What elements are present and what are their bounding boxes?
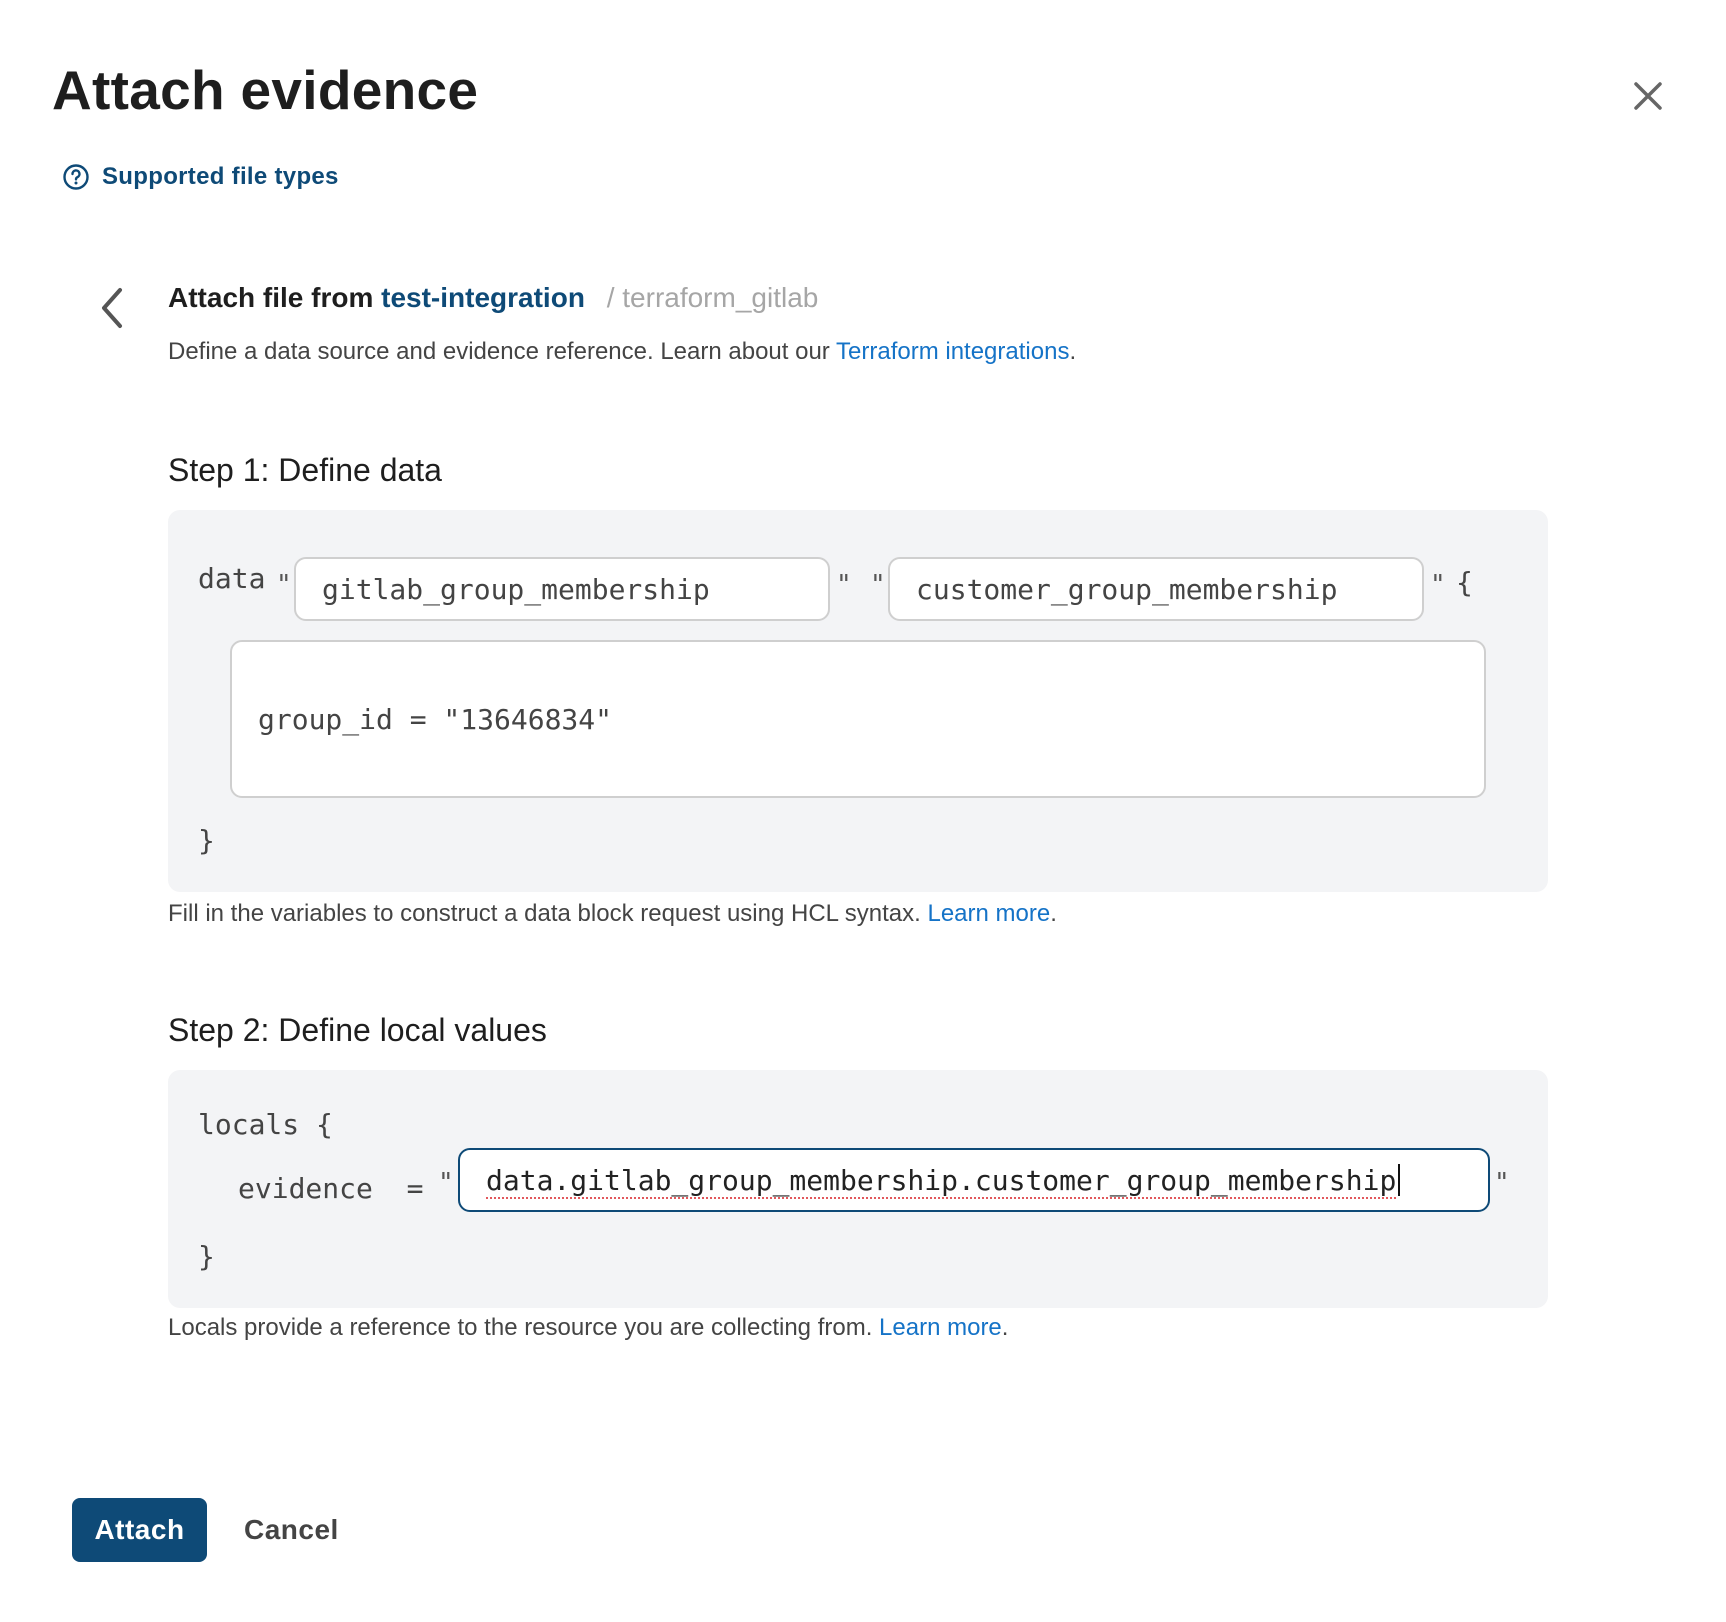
open-brace: {: [1456, 566, 1473, 599]
supported-file-types-label: Supported file types: [102, 163, 339, 190]
description-suffix: .: [1069, 338, 1077, 365]
quote-close-3: ": [1494, 1168, 1510, 1198]
step1-hint-text: Fill in the variables to construct a dat…: [168, 900, 928, 927]
locals-keyword: locals {: [198, 1108, 333, 1141]
breadcrumb-label: Attach file from: [168, 282, 374, 313]
quote-close-1: ": [836, 570, 852, 600]
data-source-name-input[interactable]: customer_group_membership: [888, 557, 1424, 621]
description: Define a data source and evidence refere…: [168, 338, 1076, 366]
breadcrumb-path: / terraform_gitlab: [606, 282, 819, 313]
quote-open-3: ": [438, 1168, 454, 1198]
data-arguments-value: group_id = "13646834": [258, 702, 613, 736]
help-circle-icon: [63, 164, 89, 190]
step1-learn-more-link[interactable]: Learn more: [927, 900, 1050, 927]
evidence-reference-value: data.gitlab_group_membership.customer_gr…: [486, 1163, 1397, 1197]
cancel-button[interactable]: Cancel: [232, 1498, 351, 1562]
data-source-type-input[interactable]: gitlab_group_membership: [294, 557, 830, 621]
breadcrumb-integration-link[interactable]: test-integration: [381, 282, 585, 313]
supported-file-types-link[interactable]: Supported file types: [62, 163, 339, 191]
description-text: Define a data source and evidence refere…: [168, 338, 837, 365]
quote-close-2: ": [1430, 570, 1446, 600]
step2-hint-text: Locals provide a reference to the resour…: [168, 1314, 880, 1341]
dialog-title: Attach evidence: [52, 59, 479, 121]
terraform-integrations-link[interactable]: Terraform integrations: [836, 338, 1069, 365]
step1-hint-suffix: .: [1050, 900, 1057, 927]
step2-title: Step 2: Define local values: [168, 1012, 547, 1048]
close-brace: }: [198, 824, 215, 857]
data-keyword: data: [198, 562, 266, 595]
quote-open-1: ": [276, 570, 292, 600]
step1-title: Step 1: Define data: [168, 452, 442, 488]
step2-hint: Locals provide a reference to the resour…: [168, 1314, 1008, 1342]
attach-button[interactable]: Attach: [72, 1498, 207, 1562]
data-source-type-value: gitlab_group_membership: [322, 572, 710, 606]
evidence-reference-input[interactable]: data.gitlab_group_membership.customer_gr…: [458, 1148, 1490, 1212]
step2-hint-suffix: .: [1001, 1314, 1009, 1341]
chevron-left-icon[interactable]: [94, 284, 130, 332]
quote-open-2: ": [870, 570, 886, 600]
attach-evidence-dialog: Attach evidence Supported file types Att…: [0, 0, 1726, 1622]
data-arguments-textarea[interactable]: group_id = "13646834": [230, 640, 1486, 798]
step2-learn-more-link[interactable]: Learn more: [879, 1314, 1002, 1341]
breadcrumb: Attach file from test-integration / terr…: [168, 282, 818, 314]
data-source-name-value: customer_group_membership: [916, 572, 1338, 606]
evidence-label: evidence =: [238, 1172, 424, 1205]
locals-close-brace: }: [198, 1240, 215, 1273]
locals-block-editor: locals { evidence = " data.gitlab_group_…: [168, 1070, 1548, 1308]
data-block-editor: data " gitlab_group_membership " " custo…: [168, 510, 1548, 892]
close-icon[interactable]: [1626, 74, 1670, 118]
step1-hint: Fill in the variables to construct a dat…: [168, 900, 1057, 928]
text-caret: [1398, 1164, 1401, 1196]
